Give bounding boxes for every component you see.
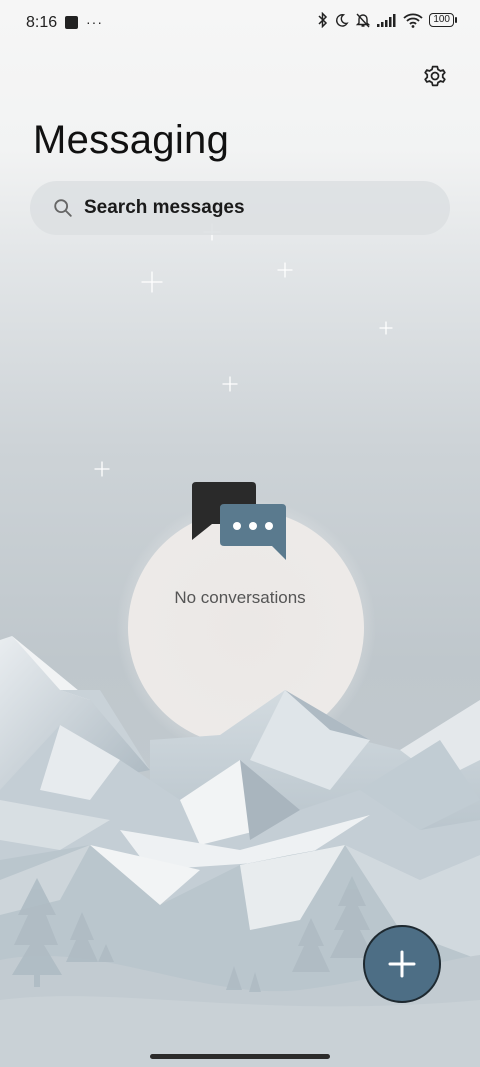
status-bar: 8:16 ··· 100	[0, 0, 480, 48]
bluetooth-icon	[318, 12, 328, 28]
do-not-disturb-moon-icon	[336, 13, 349, 27]
gesture-nav-handle[interactable]	[150, 1054, 330, 1059]
empty-state-message: No conversations	[174, 588, 306, 607]
muted-bell-icon	[356, 13, 371, 28]
plus-icon	[388, 950, 416, 978]
page-title: Messaging	[33, 118, 230, 162]
gear-icon	[424, 65, 446, 87]
chat-bubbles-icon	[192, 482, 286, 560]
battery-indicator: 100	[429, 13, 457, 27]
new-conversation-button[interactable]	[363, 925, 441, 1003]
stars-decoration	[94, 223, 393, 477]
cellular-signal-icon	[377, 13, 396, 27]
search-bar[interactable]: Search messages	[30, 181, 450, 235]
search-icon	[54, 199, 72, 217]
app-notification-icon	[65, 15, 78, 29]
status-time: 8:16	[26, 14, 58, 31]
wifi-icon	[403, 13, 423, 28]
settings-button[interactable]	[418, 59, 452, 93]
more-notifications-icon: ···	[86, 14, 103, 30]
search-placeholder: Search messages	[84, 197, 245, 218]
